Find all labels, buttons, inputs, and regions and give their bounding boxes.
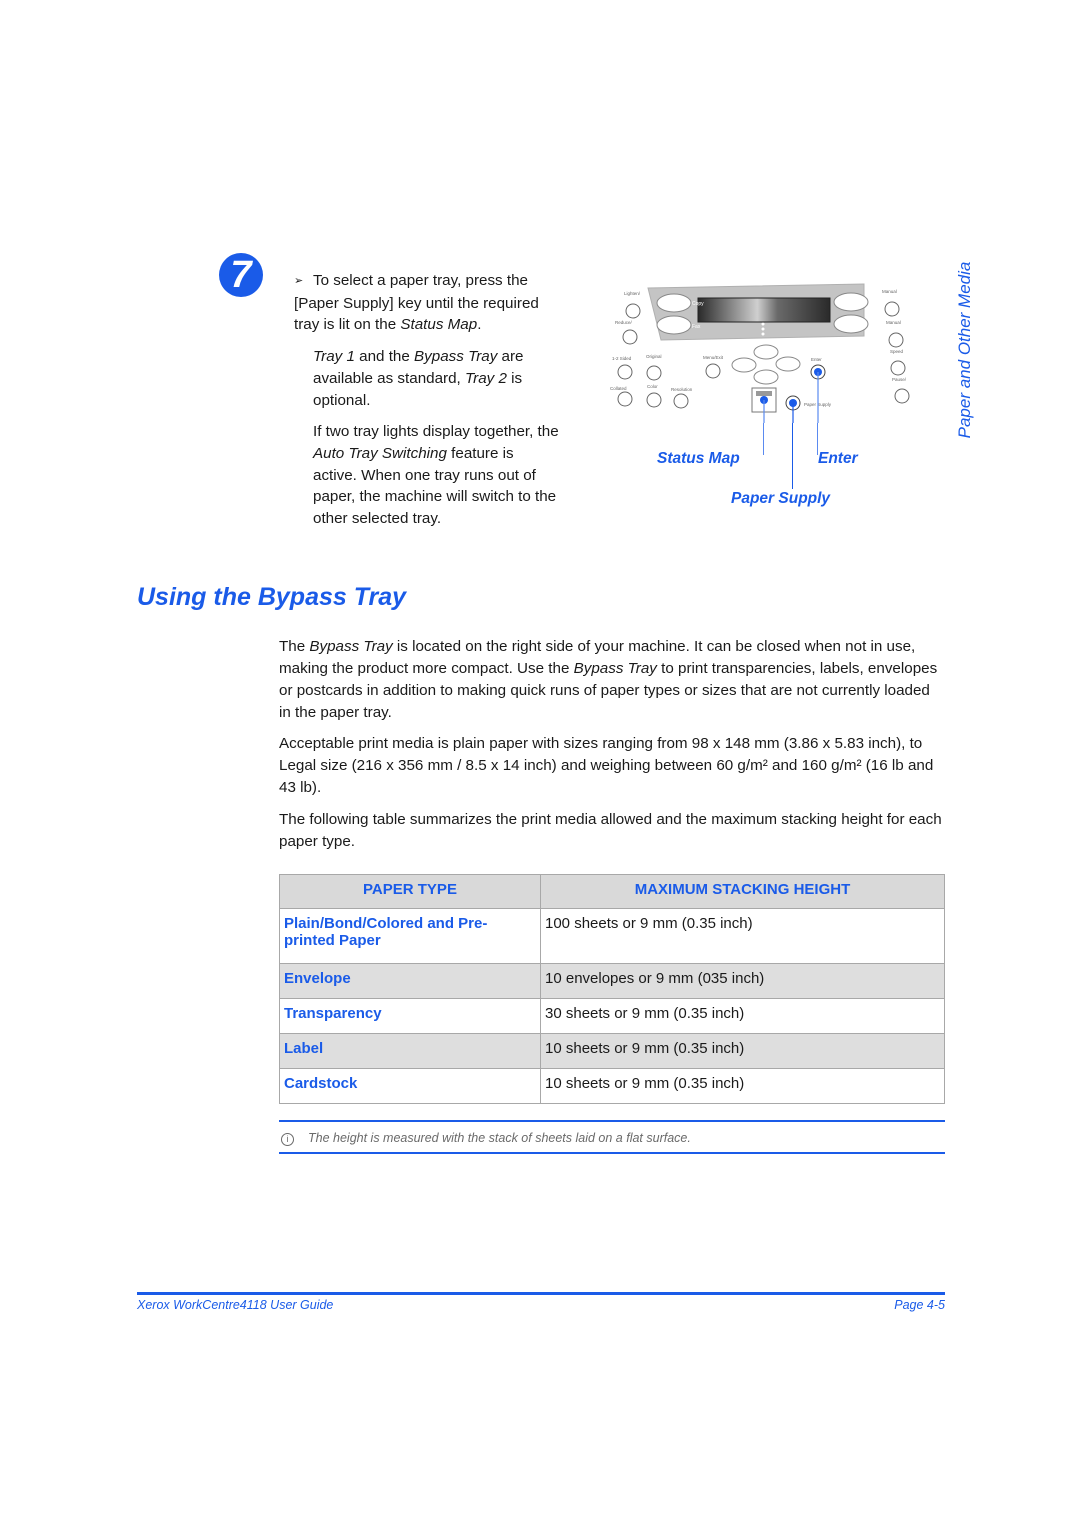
paper-supply-callout: Paper Supply — [731, 490, 831, 507]
status-map-callout: Status Map — [657, 450, 740, 467]
two-sided-button — [617, 364, 633, 380]
arrow-left-button — [731, 357, 757, 373]
column-header-paper-type: PAPER TYPE — [279, 874, 541, 909]
table-row: Transparency 30 sheets or 9 mm (0.35 inc… — [279, 998, 945, 1034]
manual-dial-label: Manual — [886, 320, 901, 325]
manual-group-label: Manual — [882, 289, 897, 294]
section-title: Using the Bypass Tray — [137, 583, 407, 611]
original-type-label: Original — [646, 354, 662, 359]
enter-callout: Enter — [818, 450, 858, 467]
step-number-badge: 7 — [219, 253, 263, 297]
table-intro-paragraph: The following table summarizes the print… — [279, 809, 944, 853]
speed-dial-label: Speed — [890, 349, 904, 354]
two-sided-label: 1-2 Sided — [612, 356, 632, 361]
stacking-height-cell: 100 sheets or 9 mm (0.35 inch) — [540, 908, 945, 964]
lcd-display — [697, 297, 831, 323]
bypass-tray-term: Bypass Tray — [573, 660, 657, 677]
text-span: The — [279, 638, 310, 655]
status-map-callout-extension — [763, 423, 764, 455]
enter-label: Enter — [811, 357, 822, 362]
job-status-key — [833, 292, 869, 312]
speed-dial-button — [890, 360, 906, 376]
copy-key — [656, 293, 692, 313]
step-instruction: ➢ To select a paper tray, press the [Pape… — [294, 270, 559, 336]
arrow-right-button — [775, 356, 801, 372]
menu-exit-button — [705, 363, 721, 379]
table-row: Plain/Bond/Colored and Pre-printed Paper… — [279, 908, 945, 964]
reduce-enlarge-button — [622, 329, 638, 345]
auto-tray-switching-paragraph: If two tray lights display together, the… — [313, 421, 559, 530]
bypass-tray-intro-paragraph: The Bypass Tray is located on the right … — [279, 636, 944, 724]
note-top-rule — [279, 1120, 945, 1122]
text-span: If two tray lights display together, the — [313, 423, 559, 441]
resolution-label: Resolution — [671, 387, 693, 392]
stacking-height-cell: 30 sheets or 9 mm (0.35 inch) — [540, 998, 945, 1034]
bypass-tray-term: Bypass Tray — [309, 638, 393, 655]
fax-key — [656, 315, 692, 335]
color-original-label: Color — [647, 384, 658, 389]
arrow-bullet-icon: ➢ — [294, 275, 304, 287]
pause-redial-label: Pause/ — [892, 377, 907, 382]
arrow-up-button — [753, 344, 779, 360]
paper-type-cell: Transparency — [279, 998, 541, 1034]
table-row: Envelope 10 envelopes or 9 mm (035 inch) — [279, 963, 945, 999]
tray2-term: Tray 2 — [464, 369, 507, 387]
table-row: Cardstock 10 sheets or 9 mm (0.35 inch) — [279, 1068, 945, 1104]
collated-button — [617, 391, 633, 407]
stacking-height-cell: 10 envelopes or 9 mm (035 inch) — [540, 963, 945, 999]
table-intro-text: The following table summarizes the print… — [279, 811, 942, 850]
acceptable-media-text: Acceptable print media is plain paper wi… — [279, 735, 934, 796]
paper-supply-callout-extension — [792, 423, 793, 489]
bypass-tray-term: Bypass Tray — [414, 348, 498, 366]
resolution-button — [673, 393, 689, 409]
table-header-row: PAPER TYPE MAXIMUM STACKING HEIGHT — [279, 874, 945, 909]
reduce-enlarge-label: Reduce/ — [615, 320, 633, 325]
column-header-max-height: MAXIMUM STACKING HEIGHT — [540, 874, 945, 909]
footer-page-number: Page 4-5 — [894, 1298, 945, 1312]
collated-label: Collated — [610, 386, 627, 391]
arrow-down-button — [753, 369, 779, 385]
note-text: The height is measured with the stack of… — [308, 1131, 691, 1145]
footer-rule — [137, 1292, 945, 1295]
chapter-side-tab[interactable]: Paper and Other Media — [935, 250, 995, 450]
fax-key-label: Fax — [692, 324, 701, 330]
lighten-darken-label: Lighten/ — [624, 291, 641, 296]
text-span: and the — [354, 348, 415, 366]
paper-type-cell: Envelope — [279, 963, 541, 999]
control-panel-illustration: Copy Fax Lighten/ Reduce/ 1-2 Sided Orig… — [610, 283, 910, 423]
manual-dial-button — [888, 332, 904, 348]
note: i The height is measured with the stack o… — [279, 1131, 945, 1146]
tray1-term: Tray 1 — [313, 348, 355, 366]
note-bottom-rule — [279, 1152, 945, 1154]
instruction-text-end: . — [477, 316, 482, 334]
status-map-term: Status Map — [400, 316, 478, 334]
machine-status-key — [833, 314, 869, 334]
stacking-height-cell: 10 sheets or 9 mm (0.35 inch) — [540, 1068, 945, 1104]
copy-key-label: Copy — [692, 301, 704, 307]
tray-availability-paragraph: Tray 1 and the Bypass Tray are available… — [313, 346, 559, 411]
paper-type-cell: Cardstock — [279, 1068, 541, 1104]
footer-guide-title: Xerox WorkCentre4118 User Guide — [137, 1298, 334, 1312]
original-type-button — [646, 365, 662, 381]
manual-group-button — [884, 301, 900, 317]
chapter-side-tab-label: Paper and Other Media — [955, 261, 974, 439]
acceptable-media-paragraph: Acceptable print media is plain paper wi… — [279, 733, 944, 799]
auto-tray-switching-term: Auto Tray Switching — [313, 444, 447, 462]
menu-exit-label: Menu/Exit — [703, 355, 724, 360]
paper-type-cell: Label — [279, 1033, 541, 1069]
stacking-height-cell: 10 sheets or 9 mm (0.35 inch) — [540, 1033, 945, 1069]
lighten-darken-button — [625, 303, 641, 319]
step-instructions: ➢ To select a paper tray, press the [Pape… — [294, 270, 559, 540]
paper-type-cell: Plain/Bond/Colored and Pre-printed Paper — [279, 908, 541, 964]
info-icon: i — [281, 1133, 294, 1146]
pause-redial-button — [894, 388, 910, 404]
table-row: Label 10 sheets or 9 mm (0.35 inch) — [279, 1033, 945, 1069]
media-stacking-table: PAPER TYPE MAXIMUM STACKING HEIGHT Plain… — [279, 874, 945, 1104]
color-original-button — [646, 392, 662, 408]
